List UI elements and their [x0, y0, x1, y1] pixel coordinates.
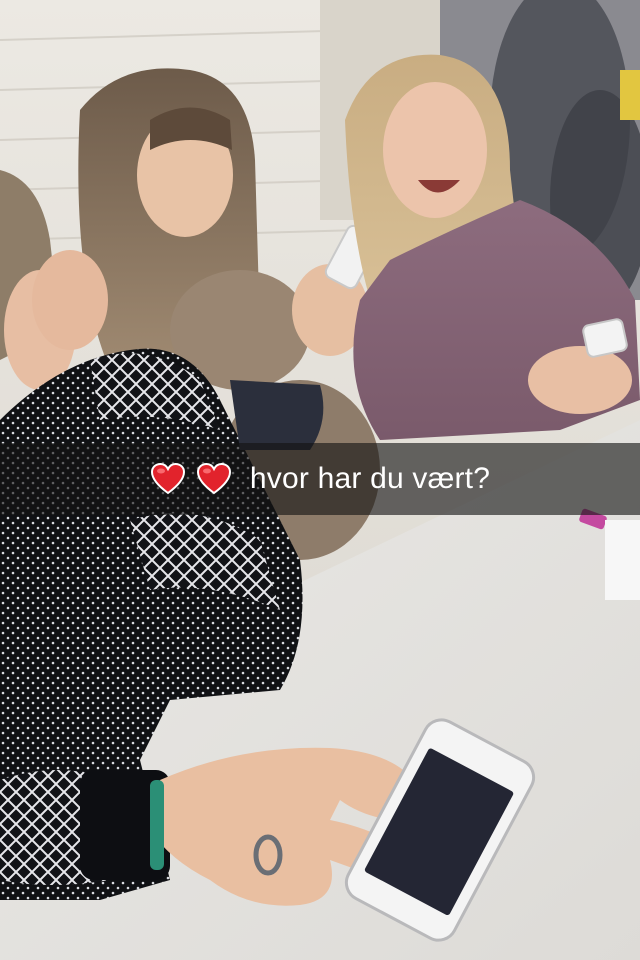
red-heart-icon: [150, 462, 186, 496]
caption-emoji-group: [150, 462, 232, 496]
red-heart-icon: [196, 462, 232, 496]
caption-text: hvor har du vært?: [249, 462, 491, 495]
snap-caption-bar: hvor har du vært?: [0, 443, 640, 515]
